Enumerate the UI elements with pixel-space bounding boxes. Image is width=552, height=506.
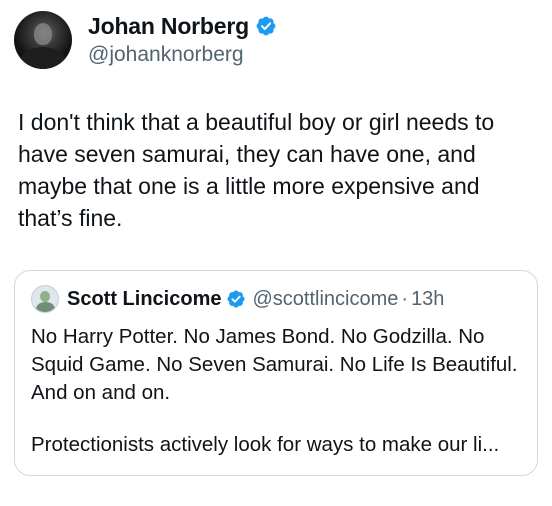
quoted-author-avatar[interactable] <box>31 285 59 313</box>
tweet[interactable]: Johan Norberg @johanknorberg I don't thi… <box>0 0 552 506</box>
quoted-author-handle: @scottlincicome <box>252 287 399 310</box>
quoted-tweet-header: Scott Lincicome @scottlincicome · 13h <box>31 285 444 313</box>
author-name-row: Johan Norberg <box>88 11 277 41</box>
tweet-text: I don't think that a beautiful boy or gi… <box>18 109 495 231</box>
tweet-header: Johan Norberg @johanknorberg <box>14 10 277 70</box>
author-display-name[interactable]: Johan Norberg <box>88 13 249 40</box>
separator-dot: · <box>401 287 409 310</box>
quoted-avatar-body <box>36 302 55 312</box>
quoted-tweet-text: No Harry Potter. No James Bond. No Godzi… <box>31 325 518 404</box>
avatar-face <box>34 23 52 45</box>
quoted-tweet-text-truncated: Protectionists actively look for ways to… <box>31 433 500 456</box>
avatar-shoulders <box>20 47 66 69</box>
author-names: Johan Norberg @johanknorberg <box>88 11 277 69</box>
quoted-tweet[interactable]: Scott Lincicome @scottlincicome · 13h No… <box>14 270 538 476</box>
quoted-avatar-face <box>40 291 50 302</box>
verified-badge-icon <box>256 16 276 36</box>
author-avatar[interactable] <box>14 11 72 69</box>
author-handle[interactable]: @johanknorberg <box>88 41 277 69</box>
verified-badge-icon <box>227 290 246 308</box>
quoted-author-display-name: Scott Lincicome <box>67 287 222 310</box>
quoted-timestamp: 13h <box>411 287 445 310</box>
